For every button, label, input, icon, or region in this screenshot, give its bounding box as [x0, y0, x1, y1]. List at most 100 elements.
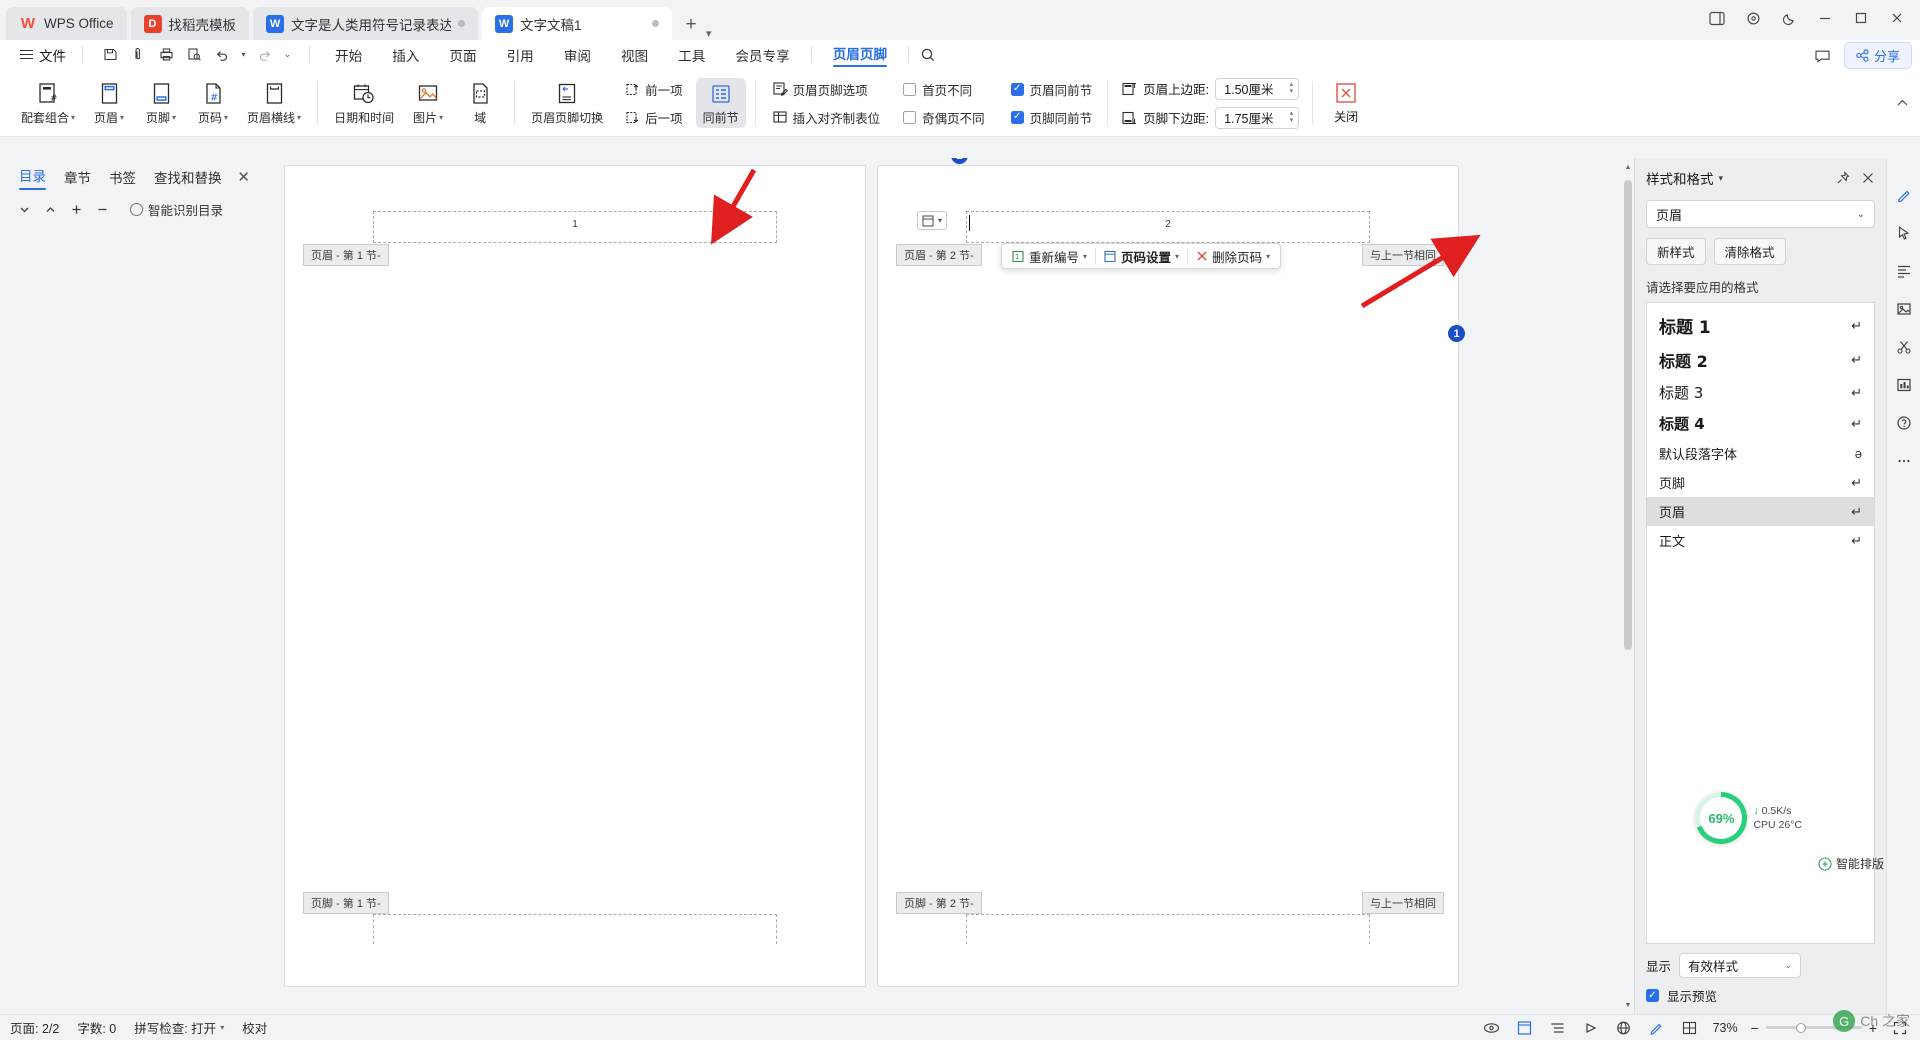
collapse-ribbon-button[interactable]: [1895, 96, 1910, 111]
close-icon[interactable]: [1880, 4, 1914, 32]
page-number-floating-toolbar[interactable]: 1 重新编号 ▾ 页码设置 ▾ 删除页码 ▾: [1001, 243, 1282, 269]
ribbon-tab-header-footer[interactable]: 页眉页脚: [818, 40, 902, 70]
style-item-heading-3[interactable]: 标题 3 ↵: [1647, 377, 1874, 408]
panel-title-chevron-icon[interactable]: ▾: [1719, 173, 1724, 184]
next-item-button[interactable]: 后一项: [618, 105, 690, 130]
ribbon-tab-view[interactable]: 视图: [606, 42, 663, 68]
paragraph-layout-icon[interactable]: [1892, 260, 1916, 282]
nav-tab-toc[interactable]: 目录: [10, 162, 55, 193]
ribbon-tab-start[interactable]: 开始: [320, 42, 377, 68]
tab-document-2[interactable]: W 文字文稿1: [482, 7, 673, 40]
help-icon[interactable]: [1892, 412, 1916, 434]
read-view-icon[interactable]: [1581, 1019, 1601, 1037]
scissors-icon[interactable]: [1892, 336, 1916, 358]
document-page-2[interactable]: 2 ▾ 页眉 - 第 2 节- 与上一节相同 页脚 - 第 2 节- 与上一节相…: [878, 166, 1458, 986]
style-item-default-paragraph-font[interactable]: 默认段落字体 ə: [1647, 439, 1874, 468]
header-footer-combo-button[interactable]: # 配套组合 ▾: [14, 78, 82, 128]
expand-all-button[interactable]: [12, 199, 36, 221]
page-number-settings-button[interactable]: 页码设置 ▾: [1096, 244, 1187, 269]
spinner-arrows-icon[interactable]: ▴ ▾: [1290, 110, 1297, 124]
insert-alignment-tab-button[interactable]: 插入对齐制表位: [765, 105, 888, 130]
decrease-level-button[interactable]: [90, 199, 114, 221]
clear-format-button[interactable]: 清除格式: [1713, 238, 1786, 265]
ribbon-tab-tools[interactable]: 工具: [663, 42, 720, 68]
edit-pen-icon[interactable]: [1892, 184, 1916, 206]
style-item-header[interactable]: 页眉 ↵: [1647, 497, 1874, 526]
footer-same-as-previous-checkbox[interactable]: 页脚同前节: [1005, 105, 1099, 130]
print-preview-icon[interactable]: [125, 43, 151, 67]
minimize-icon[interactable]: [1808, 4, 1842, 32]
share-button[interactable]: 分享: [1843, 42, 1912, 69]
picture-frame-icon[interactable]: [1892, 298, 1916, 320]
close-icon[interactable]: [1861, 171, 1875, 185]
switch-header-footer-button[interactable]: 页眉页脚切换: [524, 78, 610, 128]
new-tab-button[interactable]: +: [676, 10, 706, 40]
show-styles-select[interactable]: 有效样式 ⌄: [1679, 953, 1802, 978]
zoom-out-button[interactable]: −: [1751, 1020, 1759, 1036]
footer-bottom-margin-input[interactable]: 1.75厘米 ▴ ▾: [1215, 106, 1300, 129]
ribbon-tab-page[interactable]: 页面: [434, 42, 491, 68]
web-view-icon[interactable]: [1614, 1019, 1634, 1037]
moon-icon[interactable]: [1772, 4, 1806, 32]
footer-button[interactable]: 页脚 ▾: [136, 78, 186, 128]
pin-icon[interactable]: [1836, 171, 1850, 185]
spellcheck-status[interactable]: 拼写检查: 打开 ▾: [134, 1018, 224, 1037]
more-dots-icon[interactable]: [1892, 450, 1916, 472]
tab-document-1[interactable]: W 文字是人类用符号记录表达信息以: [253, 7, 479, 40]
proofread-button[interactable]: 校对: [242, 1018, 267, 1037]
save-icon[interactable]: [97, 43, 123, 67]
comment-icon[interactable]: [1810, 44, 1836, 68]
undo-icon[interactable]: [209, 43, 235, 67]
scroll-up-button[interactable]: ▲: [1622, 160, 1634, 174]
nav-tab-chapter[interactable]: 章节: [55, 164, 100, 190]
maximize-icon[interactable]: [1844, 4, 1878, 32]
close-icon[interactable]: ✕: [237, 168, 250, 186]
link-to-previous-button[interactable]: 同前节: [695, 78, 746, 128]
current-style-select[interactable]: 页眉 ⌄: [1646, 200, 1875, 228]
undo-caret-icon[interactable]: ▾: [237, 43, 250, 67]
show-preview-row[interactable]: 显示预览: [1646, 986, 1875, 1005]
performance-widget[interactable]: 69% ↓ 0.5K/s CPU 26°C: [1695, 792, 1802, 844]
zoom-thumb[interactable]: [1795, 1022, 1806, 1033]
style-item-footer[interactable]: 页脚 ↵: [1647, 468, 1874, 497]
header-rule-button[interactable]: 页眉横线 ▾: [240, 78, 308, 128]
smart-toc-button[interactable]: 智能识别目录: [124, 198, 229, 221]
file-menu-button[interactable]: 文件: [10, 45, 76, 65]
more-caret-icon[interactable]: ⌄: [280, 43, 295, 67]
increase-level-button[interactable]: [64, 199, 88, 221]
scroll-down-button[interactable]: ▼: [1622, 998, 1634, 1012]
nav-tab-bookmark[interactable]: 书签: [100, 164, 145, 190]
header-top-margin-input[interactable]: 1.50厘米 ▴ ▾: [1215, 77, 1300, 100]
style-item-heading-4[interactable]: 标题 4 ↵: [1647, 408, 1874, 439]
previous-item-button[interactable]: 前一项: [618, 77, 690, 102]
page-indicator[interactable]: 页面: 2/2: [10, 1018, 59, 1037]
ribbon-tab-review[interactable]: 审阅: [549, 42, 606, 68]
style-item-body[interactable]: 正文 ↵: [1647, 526, 1874, 555]
renumber-button[interactable]: 1 重新编号 ▾: [1004, 244, 1095, 269]
different-first-page-checkbox[interactable]: 首页不同: [897, 77, 991, 102]
tab-docer-template[interactable]: D 找稻壳模板: [130, 7, 250, 40]
footer-region-2[interactable]: [966, 914, 1370, 944]
header-footer-options-button[interactable]: 页眉页脚选项: [765, 77, 888, 102]
ribbon-tab-references[interactable]: 引用: [492, 42, 549, 68]
style-item-heading-2[interactable]: 标题 2 ↵: [1647, 343, 1874, 377]
eye-icon[interactable]: [1482, 1019, 1502, 1037]
cursor-select-icon[interactable]: [1892, 222, 1916, 244]
scrollbar-thumb[interactable]: [1624, 180, 1632, 650]
collapse-all-button[interactable]: [38, 199, 62, 221]
nav-tab-find-replace[interactable]: 查找和替换: [145, 164, 231, 190]
chart-icon[interactable]: [1892, 374, 1916, 396]
ribbon-tab-member[interactable]: 会员专享: [720, 42, 804, 68]
picture-button[interactable]: 图片 ▾: [403, 78, 453, 128]
word-count[interactable]: 字数: 0: [77, 1018, 116, 1037]
grid-icon[interactable]: [1680, 1019, 1700, 1037]
header-same-as-previous-checkbox[interactable]: 页眉同前节: [1005, 77, 1099, 102]
outline-view-icon[interactable]: [1548, 1019, 1568, 1037]
date-time-button[interactable]: 日期和时间: [327, 78, 401, 128]
style-item-heading-1[interactable]: 标题 1 ↵: [1647, 308, 1874, 343]
delete-page-number-button[interactable]: 删除页码 ▾: [1188, 244, 1278, 269]
zoom-level[interactable]: 73%: [1713, 1021, 1738, 1035]
page-view-icon[interactable]: [1515, 1019, 1535, 1037]
tab-wps-home[interactable]: W WPS Office: [6, 7, 127, 40]
page-number-position-dropdown[interactable]: ▾: [917, 211, 948, 230]
